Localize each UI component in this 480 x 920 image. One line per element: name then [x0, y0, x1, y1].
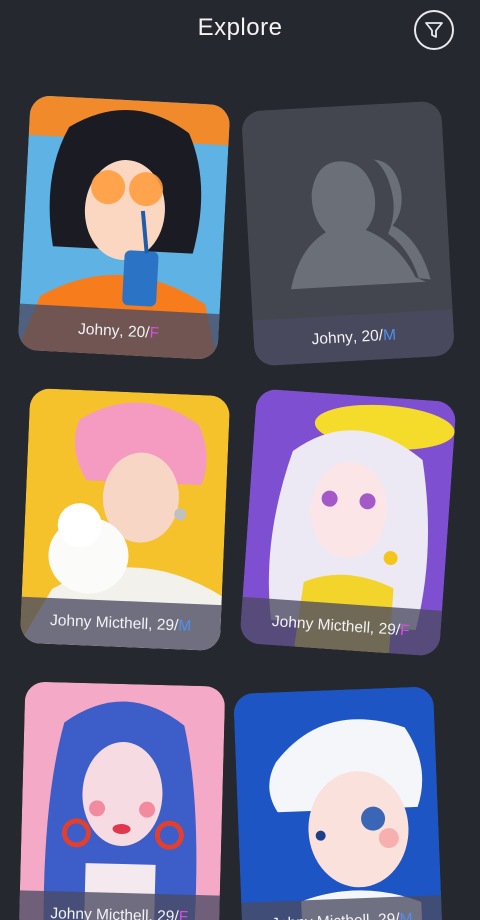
profile-caption: Johny, 20/M [252, 309, 455, 367]
profile-card[interactable]: Johny Micthell, 29/F [239, 388, 457, 657]
profile-name: Johny [77, 320, 120, 340]
profile-card[interactable]: Johny Micthell, 29/M [233, 686, 443, 920]
profile-card[interactable]: Johny Micthell, 29/F [18, 681, 226, 920]
profile-card[interactable]: Johny, 20/F [17, 94, 231, 361]
profile-gender: M [399, 910, 413, 920]
profile-gender: F [399, 621, 411, 640]
profile-card[interactable]: Johny, 20/M [241, 100, 455, 367]
profile-name: Johny Micthell [49, 611, 149, 634]
profile-age: 29 [156, 616, 175, 635]
profile-gender: M [382, 326, 397, 345]
profile-card[interactable]: Johny Micthell, 29/M [19, 387, 231, 652]
profile-name: Johny [311, 328, 354, 349]
profile-gender: F [149, 324, 160, 342]
profile-caption: Johny Micthell, 29/F [18, 890, 220, 920]
profile-age: 29 [377, 910, 396, 920]
profile-caption: Johny, 20/F [17, 303, 220, 361]
profile-age: 20 [127, 323, 146, 342]
profile-name: Johny Micthell [271, 912, 370, 920]
filter-button[interactable] [414, 10, 454, 50]
profile-age: 20 [361, 327, 380, 346]
page-title: Explore [197, 14, 283, 41]
profile-name: Johny Micthell [50, 905, 149, 920]
profile-gender: F [178, 908, 189, 920]
profile-gender: M [177, 617, 192, 635]
profile-photo [18, 681, 226, 920]
profile-name: Johny Micthell [271, 612, 371, 637]
profile-age: 29 [156, 907, 175, 920]
profile-caption: Johny Micthell, 29/M [19, 596, 222, 652]
header: Explore [0, 0, 480, 62]
profile-photo [233, 686, 443, 920]
filter-funnel-icon [425, 22, 443, 38]
profile-age: 29 [377, 620, 397, 639]
